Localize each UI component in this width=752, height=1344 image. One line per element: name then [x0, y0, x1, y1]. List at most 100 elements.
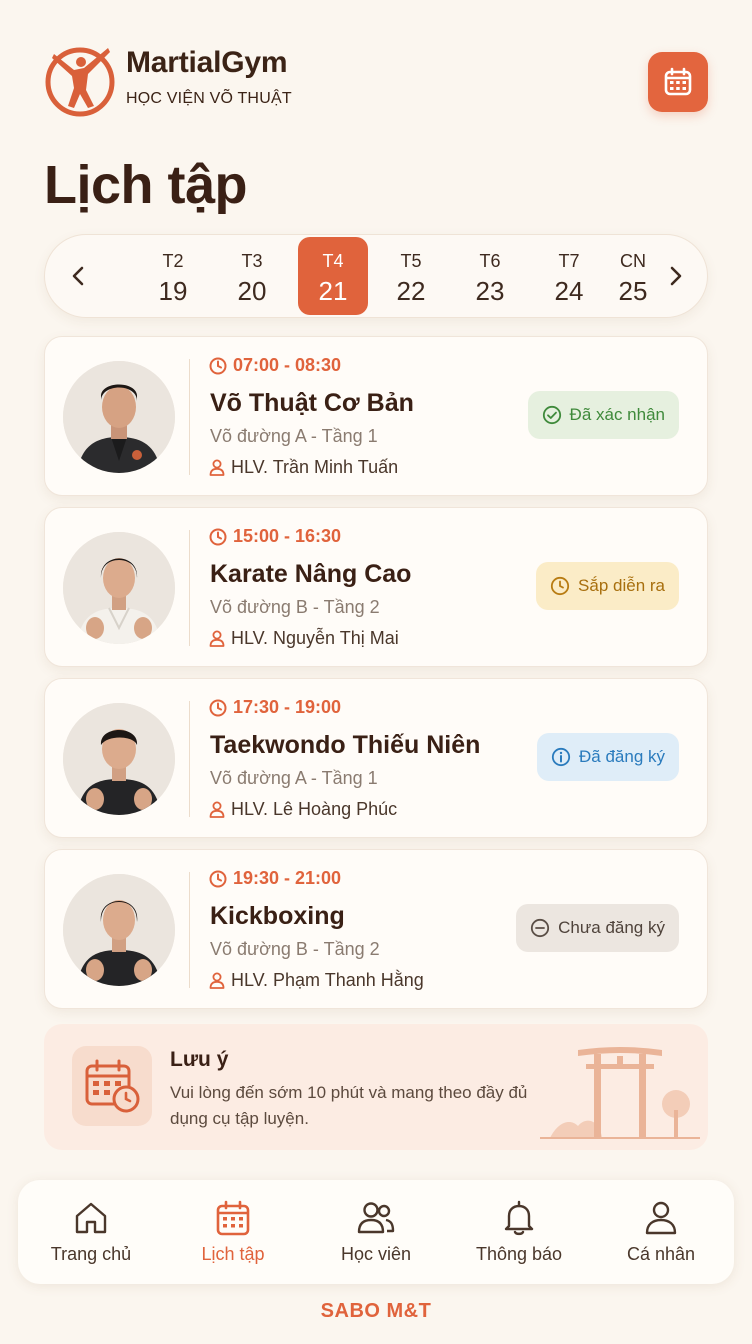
status-badge-not-registered[interactable]: Chưa đăng ký	[516, 904, 679, 952]
class-coach: HLV. Phạm Thanh Hằng	[209, 970, 424, 991]
coach-avatar	[63, 874, 175, 986]
day-t3[interactable]: T3 20	[217, 237, 287, 315]
status-badge-registered: Đã đăng ký	[537, 733, 679, 781]
day-t6[interactable]: T6 23	[455, 237, 525, 315]
class-card[interactable]: 15:00 - 16:30 Karate Nâng Cao Võ đường B…	[44, 507, 708, 667]
class-room: Võ đường B - Tầng 2	[210, 597, 380, 617]
nav-notifications[interactable]: Thông báo	[449, 1196, 589, 1276]
class-coach: HLV. Lê Hoàng Phúc	[209, 799, 397, 820]
brand-subtitle: HỌC VIỆN VÕ THUẬT	[126, 90, 292, 107]
day-name: T2	[162, 251, 184, 271]
bottom-navigation: Trang chủ Lịch tập Học viên Thông báo Cá…	[18, 1180, 734, 1284]
status-text: Đã xác nhận	[569, 405, 665, 424]
coach-name: HLV. Trần Minh Tuấn	[231, 457, 399, 477]
day-date: 21	[318, 276, 348, 306]
footer-credit: SABO M&T	[320, 1300, 432, 1322]
note-text: Vui lòng đến sớm 10 phút và mang theo đầ…	[170, 1083, 528, 1128]
user-icon	[209, 459, 225, 476]
day-t4-selected[interactable]: T4 21	[298, 237, 368, 315]
chevron-right-icon	[670, 266, 682, 286]
day-date: 23	[475, 276, 505, 306]
user-icon	[591, 1196, 731, 1240]
nav-label: Thông báo	[475, 1244, 563, 1264]
day-t7[interactable]: T7 24	[534, 237, 604, 315]
calendar-clock-icon	[72, 1046, 152, 1126]
week-selector: T2 19 T3 20 T4 21 T5 22 T6 23 T7 24 CN 25	[44, 234, 708, 318]
class-name: Võ Thuật Cơ Bản	[210, 389, 414, 417]
day-name: T4	[322, 251, 344, 271]
class-card[interactable]: 17:30 - 19:00 Taekwondo Thiếu Niên Võ đư…	[44, 678, 708, 838]
class-name: Taekwondo Thiếu Niên	[210, 731, 481, 759]
coach-avatar	[63, 703, 175, 815]
home-icon	[21, 1196, 161, 1240]
user-icon	[209, 801, 225, 818]
chevron-left-icon	[72, 266, 84, 286]
info-icon	[551, 747, 571, 767]
day-date: 24	[554, 276, 584, 306]
page-title: Lịch tập	[44, 155, 248, 215]
status-text: Đã đăng ký	[579, 747, 665, 766]
class-time: 19:30 - 21:00	[209, 868, 341, 889]
coach-avatar	[63, 361, 175, 473]
day-t5[interactable]: T5 22	[376, 237, 446, 315]
class-room: Võ đường B - Tầng 2	[210, 939, 380, 959]
next-week-button[interactable]	[661, 261, 691, 291]
note-panel: Lưu ý Vui lòng đến sớm 10 phút và mang t…	[44, 1024, 708, 1150]
calendar-icon	[664, 67, 692, 96]
clock-icon	[209, 699, 227, 716]
nav-profile[interactable]: Cá nhân	[591, 1196, 731, 1276]
day-name: T3	[241, 251, 263, 271]
class-name: Karate Nâng Cao	[210, 560, 412, 588]
nav-label: Lịch tập	[201, 1244, 265, 1264]
calendar-button[interactable]	[648, 52, 708, 112]
day-cn[interactable]: CN 25	[598, 237, 668, 315]
day-name: T6	[479, 251, 501, 271]
class-card[interactable]: 19:30 - 21:00 Kickboxing Võ đường B - Tầ…	[44, 849, 708, 1009]
day-date: 19	[158, 276, 188, 306]
calendar-icon	[163, 1196, 303, 1240]
card-divider	[189, 872, 190, 988]
status-badge-upcoming: Sắp diễn ra	[536, 562, 679, 610]
nav-label: Cá nhân	[626, 1244, 696, 1264]
card-divider	[189, 701, 190, 817]
note-title: Lưu ý	[170, 1048, 229, 1071]
class-room: Võ đường A - Tầng 1	[210, 426, 378, 446]
coach-name: HLV. Lê Hoàng Phúc	[231, 799, 398, 819]
status-text: Chưa đăng ký	[558, 918, 665, 937]
check-circle-icon	[542, 405, 561, 425]
users-icon	[306, 1196, 446, 1240]
torii-gate-illustration	[540, 1040, 700, 1140]
class-time-text: 19:30 - 21:00	[233, 868, 342, 888]
day-name: CN	[620, 251, 646, 271]
bell-icon	[449, 1196, 589, 1240]
nav-schedule[interactable]: Lịch tập	[163, 1196, 303, 1276]
class-name: Kickboxing	[210, 902, 345, 930]
coach-name: HLV. Nguyễn Thị Mai	[231, 628, 399, 648]
martialgym-logo	[44, 40, 118, 122]
user-icon	[209, 630, 225, 647]
clock-icon	[209, 528, 227, 545]
class-card[interactable]: 07:00 - 08:30 Võ Thuật Cơ Bản Võ đường A…	[44, 336, 708, 496]
day-t2[interactable]: T2 19	[138, 237, 208, 315]
class-time: 15:00 - 16:30	[209, 526, 341, 547]
app-header: MartialGym HỌC VIỆN VÕ THUẬT	[44, 40, 708, 124]
user-icon	[209, 972, 225, 989]
day-date: 20	[237, 276, 267, 306]
clock-icon	[209, 870, 227, 887]
class-time: 17:30 - 19:00	[209, 697, 341, 718]
day-name: T7	[558, 251, 580, 271]
coach-avatar	[63, 532, 175, 644]
class-time: 07:00 - 08:30	[209, 355, 341, 376]
class-room: Võ đường A - Tầng 1	[210, 768, 378, 788]
nav-label: Học viên	[340, 1244, 412, 1264]
class-coach: HLV. Trần Minh Tuấn	[209, 457, 398, 478]
nav-students[interactable]: Học viên	[306, 1196, 446, 1276]
class-time-text: 07:00 - 08:30	[233, 355, 342, 375]
card-divider	[189, 530, 190, 646]
minus-circle-icon	[531, 918, 550, 938]
day-date: 25	[618, 276, 648, 306]
coach-name: HLV. Phạm Thanh Hằng	[231, 970, 424, 990]
class-time-text: 15:00 - 16:30	[233, 526, 342, 546]
nav-home[interactable]: Trang chủ	[21, 1196, 161, 1276]
prev-week-button[interactable]	[63, 261, 93, 291]
